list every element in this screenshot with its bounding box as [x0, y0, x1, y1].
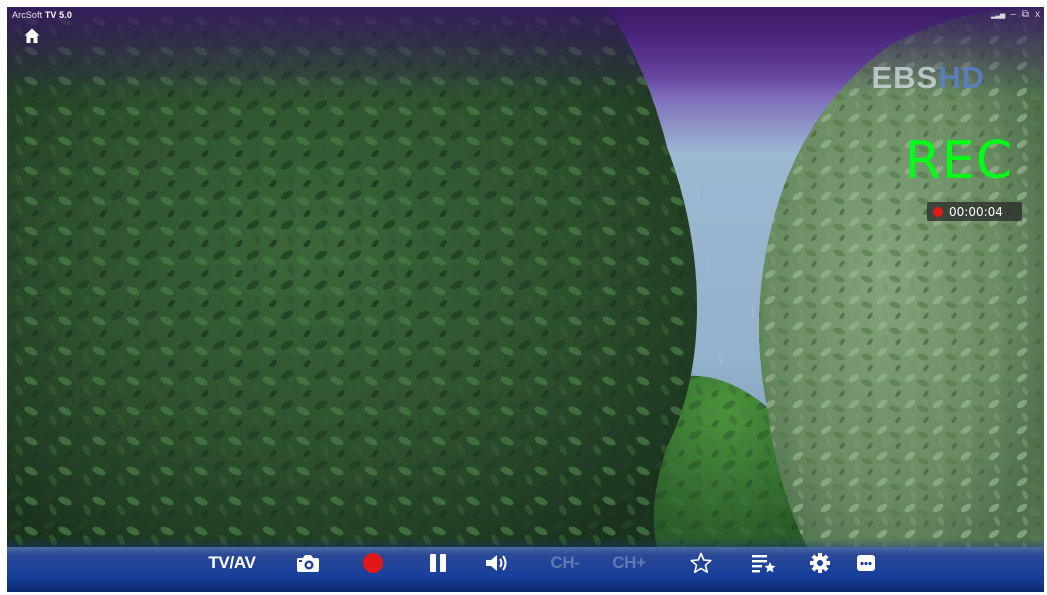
tv-app-window: ArcSoft TV 5.0 ▂▃▅ – ⧉ x EBSHD REC 00:00…: [7, 7, 1044, 592]
window-controls: ▂▃▅ – ⧉ x: [991, 9, 1040, 20]
gear-icon: [810, 553, 830, 573]
control-bar: [7, 539, 1044, 592]
channel-up-button[interactable]: CH+: [612, 553, 646, 573]
playlist-star-icon: [752, 555, 776, 573]
favorites-list-button[interactable]: [751, 552, 777, 574]
camera-icon: [297, 555, 319, 572]
rec-time: 00:00:04: [949, 204, 1003, 219]
volume-icon: [486, 555, 507, 571]
tv-av-button[interactable]: TV/AV: [208, 553, 256, 573]
favorite-button[interactable]: [690, 552, 712, 574]
home-button[interactable]: [23, 27, 41, 45]
close-button[interactable]: x: [1035, 9, 1040, 20]
rec-label: REC: [904, 131, 1013, 191]
star-icon: [690, 552, 712, 573]
title-bar: ArcSoft TV 5.0 ▂▃▅ – ⧉ x: [7, 7, 1044, 29]
home-icon: [24, 28, 40, 43]
recording-dot-icon: [933, 206, 943, 217]
signal-bars-icon: ▂▃▅: [991, 11, 1005, 19]
channel-logo-hd: HD: [938, 60, 985, 95]
channel-logo-main: EBS: [871, 60, 939, 95]
more-icon: [857, 555, 875, 571]
record-icon: [363, 553, 383, 573]
app-title-prefix: ArcSoft: [12, 10, 43, 20]
pause-icon: [430, 554, 446, 572]
channel-logo: EBSHD: [871, 60, 985, 96]
app-title: ArcSoft TV 5.0: [12, 10, 72, 20]
pause-button[interactable]: [428, 552, 448, 574]
record-button[interactable]: [362, 552, 384, 574]
app-title-name: TV 5.0: [44, 10, 72, 20]
more-button[interactable]: [856, 554, 876, 572]
restore-button[interactable]: ⧉: [1022, 9, 1029, 20]
minimize-button[interactable]: –: [1010, 9, 1016, 20]
volume-button[interactable]: [485, 553, 511, 573]
channel-down-button[interactable]: CH-: [550, 553, 580, 573]
snapshot-button[interactable]: [296, 553, 320, 573]
settings-button[interactable]: [809, 552, 831, 574]
rec-timer: 00:00:04: [927, 202, 1022, 221]
